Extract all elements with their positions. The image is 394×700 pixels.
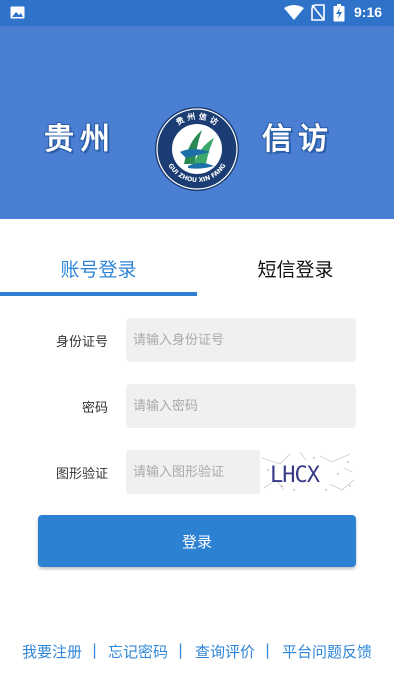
banner-title-right: 信访 bbox=[262, 122, 334, 157]
password-row: 密码 bbox=[0, 384, 394, 428]
captcha-label: 图形验证 bbox=[55, 467, 108, 482]
forgot-password-link[interactable]: 忘记密码 bbox=[108, 641, 168, 662]
no-sim-icon bbox=[311, 4, 325, 21]
banner-title-left: 贵州 bbox=[44, 122, 116, 157]
footer-separator: | bbox=[92, 641, 98, 659]
active-tab-indicator bbox=[0, 292, 197, 296]
feedback-link[interactable]: 平台问题反馈 bbox=[282, 641, 372, 662]
query-evaluation-link[interactable]: 查询评价 bbox=[195, 641, 255, 662]
captcha-input[interactable] bbox=[126, 450, 260, 494]
tab-sms-login[interactable]: 短信登录 bbox=[197, 255, 394, 282]
footer-links: 我要注册 | 忘记密码 | 查询评价 | 平台问题反馈 bbox=[0, 641, 394, 663]
register-link[interactable]: 我要注册 bbox=[22, 641, 82, 662]
header-banner: 贵州 贵 州 信 访 GUI ZHOU XIN FANG 信访 bbox=[0, 26, 394, 219]
image-icon bbox=[10, 6, 25, 19]
captcha-text: LHCX bbox=[270, 463, 321, 488]
password-input[interactable] bbox=[126, 384, 356, 428]
captcha-row: 图形验证 LHCX bbox=[0, 450, 394, 494]
id-number-input[interactable] bbox=[126, 318, 356, 362]
login-tabs: 账号登录 短信登录 bbox=[0, 240, 394, 298]
id-number-label: 身份证号 bbox=[55, 335, 108, 350]
password-label: 密码 bbox=[81, 401, 108, 416]
id-number-row: 身份证号 bbox=[0, 318, 394, 362]
tab-account-login[interactable]: 账号登录 bbox=[0, 255, 197, 282]
status-time: 9:16 bbox=[354, 4, 383, 20]
guizhou-xinfang-logo: 贵 州 信 访 GUI ZHOU XIN FANG bbox=[155, 107, 239, 191]
wifi-icon bbox=[284, 5, 304, 20]
footer-separator: | bbox=[178, 641, 184, 659]
login-button[interactable]: 登录 bbox=[38, 515, 356, 567]
footer-separator: | bbox=[265, 641, 271, 659]
battery-icon bbox=[333, 4, 345, 22]
captcha-image[interactable]: LHCX bbox=[260, 450, 356, 494]
status-bar: 9:16 bbox=[0, 0, 394, 26]
